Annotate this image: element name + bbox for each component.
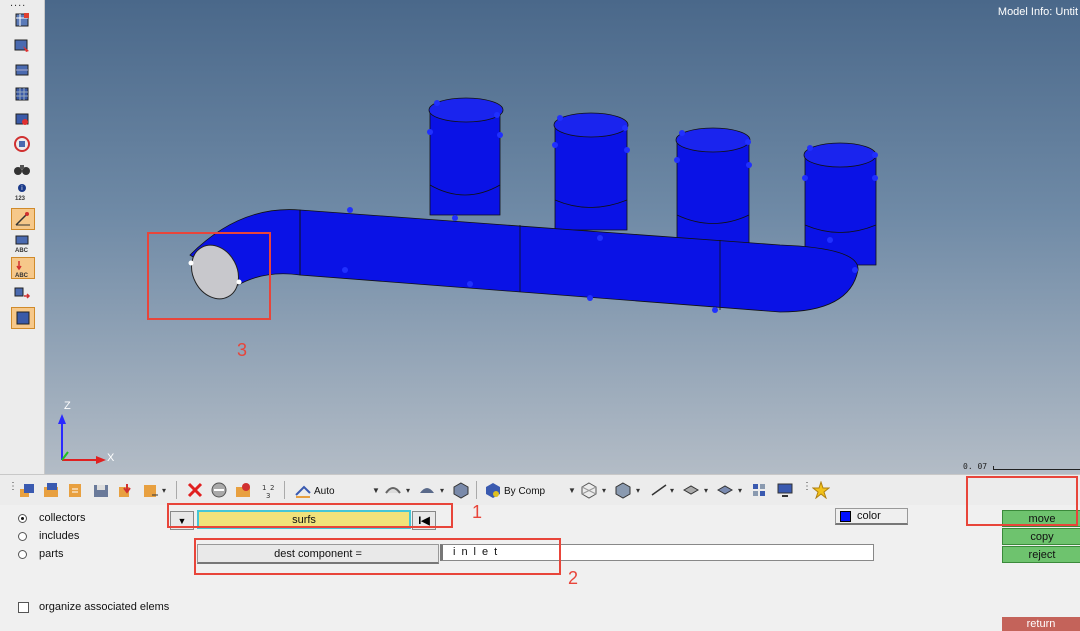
toolbar-grip[interactable]: ⋮	[802, 481, 812, 492]
scale-value: 0. 07	[963, 462, 988, 471]
mask-icon[interactable]	[12, 60, 32, 80]
mask-tool-icon[interactable]	[210, 481, 228, 499]
auto-dropdown-label: Auto	[314, 485, 335, 497]
find-icon[interactable]	[12, 134, 32, 154]
axis-x-label: X	[107, 452, 115, 464]
id-icon[interactable]: i 123	[12, 181, 32, 202]
plane-arrow[interactable]: ▾	[704, 486, 708, 495]
save-as-dropdown-arrow[interactable]: ▾	[162, 486, 166, 495]
color-button[interactable]: color	[835, 508, 908, 525]
scale-bar	[993, 466, 1080, 470]
surface-display-icon[interactable]	[384, 481, 402, 499]
component-icon[interactable]	[12, 10, 32, 30]
annotation-box-4	[966, 476, 1078, 526]
delete-icon[interactable]	[186, 481, 204, 499]
surface-display-arrow[interactable]: ▾	[406, 486, 410, 495]
annotation-number-1: 1	[472, 502, 483, 522]
radio-parts[interactable]: parts	[18, 548, 63, 560]
radio-parts-button[interactable]	[18, 549, 27, 559]
radio-includes-label: includes	[39, 530, 80, 542]
label-arrow-abc-icon[interactable]: ABC	[11, 257, 35, 279]
axis-triad	[58, 414, 106, 464]
return-button[interactable]: return	[1002, 617, 1080, 631]
line-arrow[interactable]: ▾	[670, 486, 674, 495]
frame-icon[interactable]	[11, 307, 35, 329]
toolbar-separator	[284, 481, 285, 499]
svg-text:2: 2	[270, 484, 274, 492]
bycomp-icon[interactable]	[484, 481, 502, 499]
auto-dropdown-arrow[interactable]: ▼	[372, 486, 380, 495]
auto-dropdown[interactable]: Auto	[314, 483, 335, 499]
wireframe-arrow[interactable]: ▾	[602, 486, 606, 495]
line-icon[interactable]	[650, 481, 668, 499]
grid-icon[interactable]	[750, 481, 768, 499]
favorite-star-icon[interactable]	[811, 480, 831, 500]
radio-parts-label: parts	[39, 548, 64, 560]
organize-icon[interactable]	[234, 481, 252, 499]
select-icon[interactable]	[12, 35, 32, 55]
shaded-surface-icon[interactable]	[418, 481, 436, 499]
numbering-icon[interactable]: 123	[260, 481, 278, 500]
shaded-elements-arrow[interactable]: ▾	[636, 486, 640, 495]
toolbar-grip[interactable]: ....	[10, 0, 26, 9]
show-icon[interactable]	[12, 84, 32, 104]
annotation-box-3	[147, 232, 271, 320]
plane-icon[interactable]	[682, 481, 700, 499]
radio-includes-button[interactable]	[18, 531, 27, 541]
color-swatch	[840, 510, 851, 522]
annotation-box-2	[194, 538, 561, 575]
wireframe-icon[interactable]	[580, 481, 598, 499]
label-abc-icon[interactable]: ABC	[12, 233, 32, 254]
radio-collectors-button[interactable]	[18, 513, 27, 523]
organize-associated-elems-label: organize associated elems	[39, 601, 170, 613]
main-toolbar: ⋮ ▾ 123 Auto ▼ ▾ ▾ By Comp ▼ ▾ ▾ ▾ ▾ ▾ ⋮	[0, 474, 1080, 505]
toolbar-separator	[476, 481, 477, 499]
copy-button[interactable]: copy	[1002, 528, 1080, 545]
import-icon[interactable]	[66, 481, 84, 499]
annotation-number-3: 3	[237, 340, 248, 360]
auto-selection-icon[interactable]	[294, 481, 312, 499]
reject-button[interactable]: reject	[1002, 546, 1080, 563]
annotation-number-2: 2	[568, 568, 579, 588]
label-abc-text: ABC	[15, 248, 28, 254]
svg-text:3: 3	[266, 492, 270, 499]
label-arrow-abc-text: ABC	[15, 273, 28, 279]
toolbar-grip[interactable]: ⋮	[8, 481, 18, 492]
collector-icon[interactable]	[18, 481, 36, 499]
svg-text:1: 1	[262, 484, 266, 492]
organize-associated-elems-checkbox[interactable]	[18, 601, 29, 613]
hide-icon[interactable]	[12, 109, 32, 129]
monitor-icon[interactable]	[776, 481, 794, 499]
left-toolbar: .... i 123 ABC ABC	[0, 0, 45, 474]
organize-associated-elems-option[interactable]: organize associated elems	[18, 601, 169, 613]
radio-includes[interactable]: includes	[18, 530, 79, 542]
annotation-box-1	[167, 503, 453, 528]
measure-icon[interactable]	[11, 208, 35, 230]
save-as-icon[interactable]	[142, 481, 160, 499]
graphics-viewport[interactable]: Model Info: Untit Z X 0. 07 3	[45, 0, 1080, 474]
save-icon[interactable]	[92, 481, 110, 499]
binoculars-icon[interactable]	[12, 159, 32, 179]
radio-collectors-label: collectors	[39, 512, 86, 524]
shaded-surface-arrow[interactable]: ▾	[440, 486, 444, 495]
id-icon-label: 123	[15, 196, 26, 202]
surface-plane-icon[interactable]	[716, 481, 734, 499]
open-model-icon[interactable]	[42, 481, 60, 499]
axis-z-label: Z	[64, 400, 71, 412]
toolbar-separator	[176, 481, 177, 499]
bycomp-dropdown[interactable]: By Comp	[504, 483, 545, 499]
bycomp-dropdown-label: By Comp	[504, 485, 546, 497]
solid-display-icon[interactable]	[452, 481, 470, 499]
transfer-icon[interactable]	[12, 283, 32, 303]
color-button-label: color	[857, 510, 881, 522]
radio-collectors[interactable]: collectors	[18, 512, 85, 524]
surface-plane-arrow[interactable]: ▾	[738, 486, 742, 495]
export-icon[interactable]	[116, 481, 134, 499]
bycomp-dropdown-arrow[interactable]: ▼	[568, 486, 576, 495]
shaded-elements-icon[interactable]	[614, 481, 632, 499]
